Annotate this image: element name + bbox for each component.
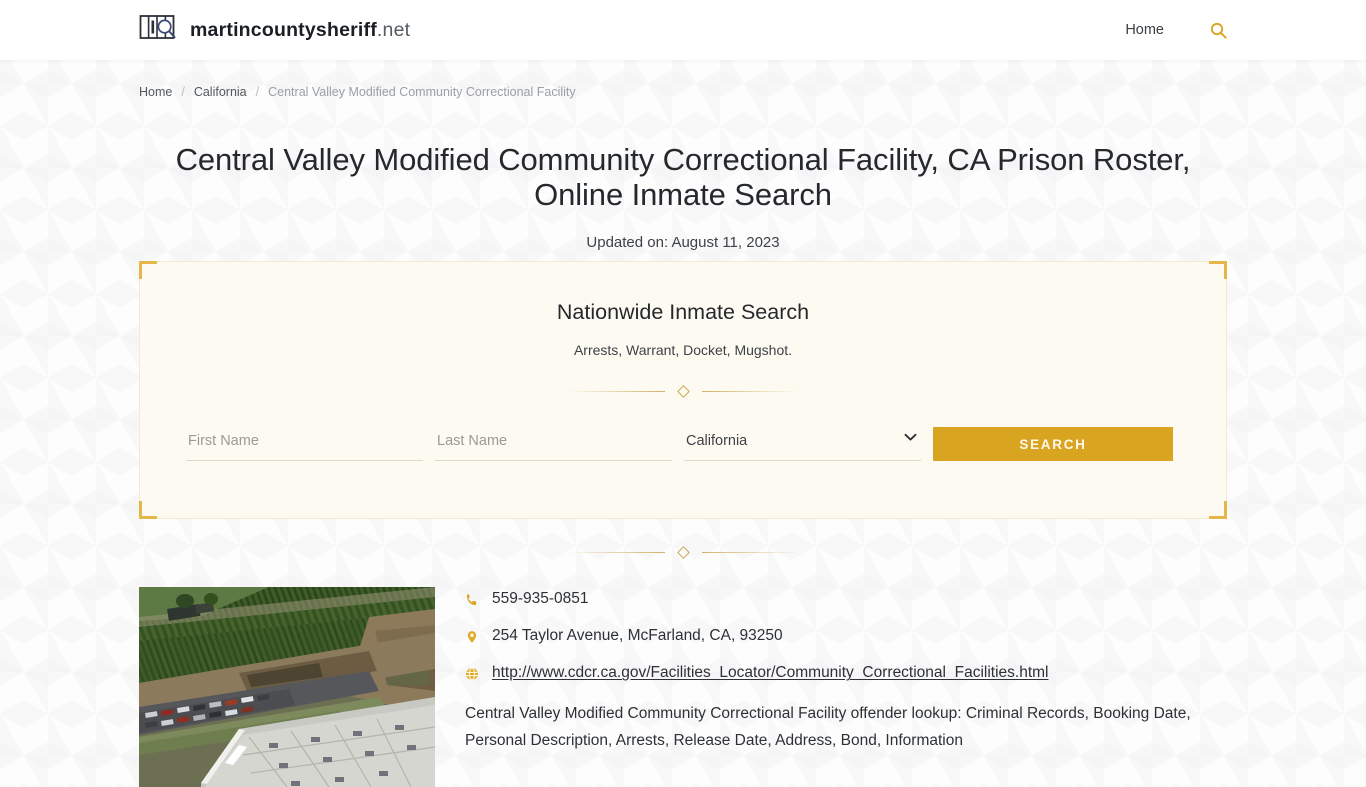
facility-description: Central Valley Modified Community Correc… <box>465 705 1191 750</box>
facility-phone-row: 559-935-0851 <box>465 590 1227 608</box>
state-select[interactable]: California <box>684 427 921 462</box>
ornament-rule-right <box>701 391 800 393</box>
breadcrumb-item-home[interactable]: Home <box>139 85 172 99</box>
panel-corner-bottom-right <box>1209 501 1227 520</box>
globe-icon <box>465 664 479 681</box>
brand-tld: .net <box>376 18 411 41</box>
ornament-rule-left <box>566 552 665 554</box>
panel-title: Nationwide Inmate Search <box>556 300 810 325</box>
site-logo-link[interactable]: martincountysheriff.net <box>139 13 410 48</box>
facility-website-link[interactable]: http://www.cdcr.ca.gov/Facilities_Locato… <box>492 664 1049 682</box>
panel-subtitle: Arrests, Warrant, Docket, Mugshot. <box>573 342 793 359</box>
search-icon <box>1210 22 1227 42</box>
facility-address-value: 254 Taylor Avenue, McFarland, CA, 93250 <box>492 627 783 645</box>
nav-item-home[interactable]: Home <box>1125 22 1164 38</box>
facility-contact-info: 559-935-0851 254 Taylor Avenue, McFarlan… <box>465 587 1227 787</box>
breadcrumb-item-current: Central Valley Modified Community Correc… <box>268 85 576 99</box>
brand-name: martincountysheriff <box>190 18 377 41</box>
page-content: Home / California / Central Valley Modif… <box>133 60 1233 787</box>
page-title: Central Valley Modified Community Correc… <box>175 142 1191 212</box>
panel-corner-bottom-left <box>139 501 157 520</box>
site-brand-text: martincountysheriff.net <box>190 19 410 42</box>
last-name-input[interactable] <box>435 427 672 462</box>
facility-website-row: http://www.cdcr.ca.gov/Facilities_Locato… <box>465 664 1227 682</box>
first-name-field-wrap <box>186 427 423 462</box>
breadcrumb-separator: / <box>255 85 260 99</box>
ornament-rule-left <box>566 391 665 393</box>
updated-on-text: Updated on: August 11, 2023 <box>586 234 780 252</box>
facility-phone-value: 559-935-0851 <box>492 590 589 608</box>
last-name-field-wrap <box>435 427 672 462</box>
inmate-search-form: California SEARCH <box>186 427 1180 462</box>
diamond-icon <box>676 385 690 399</box>
map-pin-icon <box>465 627 479 644</box>
facility-details-section: 559-935-0851 254 Taylor Avenue, McFarlan… <box>139 587 1227 787</box>
header-nav: Home <box>1125 22 1227 39</box>
breadcrumb: Home / California / Central Valley Modif… <box>139 60 1227 99</box>
search-submit-button[interactable]: SEARCH <box>933 427 1173 462</box>
nationwide-inmate-search-panel: Nationwide Inmate Search Arrests, Warran… <box>139 261 1227 520</box>
panel-corner-top-left <box>139 261 157 280</box>
facility-aerial-photo <box>139 587 435 787</box>
ornament-rule-right <box>701 552 800 554</box>
breadcrumb-separator: / <box>181 85 185 99</box>
breadcrumb-item-california[interactable]: California <box>194 85 247 99</box>
section-ornament-divider <box>139 546 1227 560</box>
state-field-wrap: California <box>684 427 921 462</box>
site-header: martincountysheriff.net Home <box>0 0 1366 60</box>
facility-address-row: 254 Taylor Avenue, McFarland, CA, 93250 <box>465 627 1227 645</box>
phone-icon <box>465 590 479 607</box>
panel-ornament-divider <box>186 385 1180 399</box>
header-inner: martincountysheriff.net Home <box>133 0 1233 60</box>
panel-corner-top-right <box>1209 261 1227 280</box>
jail-bars-magnifier-icon <box>139 13 179 48</box>
first-name-input[interactable] <box>186 427 423 462</box>
header-search-button[interactable] <box>1210 22 1227 39</box>
diamond-icon <box>676 546 690 560</box>
